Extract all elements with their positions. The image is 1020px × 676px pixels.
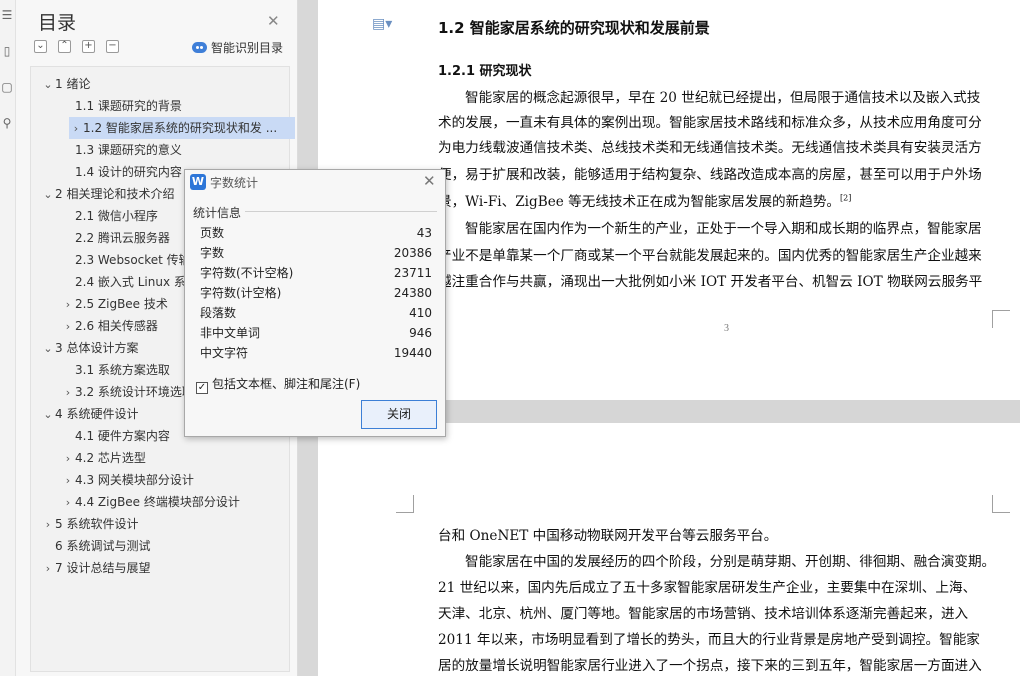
toc-item[interactable]: ⌄ 2 相关理论和技术介绍 [41, 183, 174, 205]
toc-item[interactable]: 1.4 设计的研究内容 [75, 161, 182, 183]
divider [245, 211, 437, 212]
page[interactable]: 台和 OneNET 中国移动物联网开发平台等云服务平台。 智能家居在中国的发展经… [318, 423, 1020, 676]
bookmark-icon[interactable]: ▯ [0, 42, 14, 60]
toc-item[interactable]: 4.1 硬件方案内容 [75, 425, 170, 447]
paragraph-line: 2011 年以来，市场明显看到了增长的势头，而且大的行业背景是房地产受到调控。智… [438, 632, 980, 648]
stat-row: 段落数 410 [200, 306, 432, 320]
left-icon-strip: ☰ ▯ ▢ ⚲ [0, 0, 16, 676]
toc-item[interactable]: 1.3 课题研究的意义 [75, 139, 182, 161]
paragraph-line: 智能家居在中国的发展经历的四个阶段，分别是萌芽期、开创期、徘徊期、融合演变期。 [465, 554, 996, 570]
paragraph-line: 术的发展，一直未有具体的案例出现。智能家居技术路线和标准众多，从技术应用角度可分 [438, 115, 982, 131]
subsection-heading: 1.2.1 研究现状 [438, 64, 532, 79]
paragraph-line: 台和 OneNET 中国移动物联网开发平台等云服务平台。 [438, 528, 778, 544]
citation: [2] [840, 193, 852, 203]
paragraph-line: 智能家居的概念起源很早，早在 20 世纪就已经提出，但局限于通信技术以及嵌入式技 [465, 90, 981, 106]
toc-item[interactable]: 6 系统调试与测试 [55, 535, 150, 557]
close-icon[interactable]: ✕ [267, 12, 280, 30]
document-icon[interactable]: ▤▾ [372, 16, 392, 32]
crop-mark [992, 310, 1010, 328]
paragraph-line: 天津、北京、杭州、厦门等地。智能家居的市场营销、技术培训体系逐渐完善起来，进入 [438, 606, 969, 622]
toc-item-selected[interactable]: › 1.2 智能家居系统的研究现状和发 ... [69, 117, 295, 139]
toc-item[interactable]: 2.1 微信小程序 [75, 205, 158, 227]
toc-item[interactable]: 2.3 Websocket 传输 [75, 249, 191, 271]
remove-icon[interactable]: − [106, 40, 119, 53]
stat-row: 页数 43 [200, 226, 432, 240]
checkbox-label: 包括文本框、脚注和尾注(F) [212, 377, 361, 391]
add-icon[interactable]: + [82, 40, 95, 53]
section-heading: 1.2 智能家居系统的研究现状和发展前景 [438, 19, 710, 37]
wps-logo-icon: W [190, 174, 206, 190]
dialog-title: 字数统计 [210, 176, 259, 190]
toc-item[interactable]: › 3.2 系统设计环境选取 [61, 381, 194, 403]
close-button[interactable]: 关闭 [361, 400, 437, 429]
smart-recognize-button[interactable]: 智能识别目录 [192, 39, 283, 56]
stat-row: 中文字符 19440 [200, 346, 432, 360]
toc-item[interactable]: ⌄ 1 绪论 [41, 73, 90, 95]
stats-section-label: 统计信息 [193, 206, 242, 220]
toc-item[interactable]: 2.4 嵌入式 Linux 系统 [75, 271, 198, 293]
smart-recognize-label: 智能识别目录 [211, 41, 284, 55]
toc-item[interactable]: › 7 设计总结与展望 [41, 557, 151, 579]
toc-item[interactable]: › 4.3 网关模块部分设计 [61, 469, 194, 491]
toc-item[interactable]: 1.1 课题研究的背景 [75, 95, 182, 117]
toc-item[interactable]: 2.2 腾讯云服务器 [75, 227, 170, 249]
search-icon[interactable]: ⚲ [0, 114, 14, 132]
stat-row: 字符数(计空格) 24380 [200, 286, 432, 300]
word-count-dialog: W 字数统计 ✕ 统计信息 页数 43 字数 20386 字符数(不计空格) 2371… [184, 169, 446, 437]
checkbox-checked-icon[interactable]: ✓ [196, 382, 208, 394]
paragraph-line: 越注重合作与共赢，涌现出一大批例如小米 IOT 开发者平台、机智云 IOT 物联… [438, 274, 983, 290]
toc-item[interactable]: › 2.6 相关传感器 [61, 315, 158, 337]
collapse-all-icon[interactable]: ⌃ [58, 40, 71, 53]
include-textbox-checkbox[interactable]: ✓ 包括文本框、脚注和尾注(F) [196, 375, 360, 394]
stat-row: 字符数(不计空格) 23711 [200, 266, 432, 280]
paragraph-line: 居的放量增长说明智能家居行业进入了一个拐点，接下来的三到五年，智能家居一方面进入 [438, 658, 982, 674]
paragraph-line: 21 世纪以来，国内先后成立了五十多家智能家居研发生产企业，主要集中在深圳、上海… [438, 580, 977, 596]
page-number: 3 [724, 323, 729, 334]
expand-all-icon[interactable]: ⌄ [34, 40, 47, 53]
paragraph-line: 便，易于扩展和改装，能够适用于结构复杂、线路改造成本高的房屋，甚至可以用于户外场 [438, 167, 982, 183]
toc-item[interactable]: 3.1 系统方案选取 [75, 359, 170, 381]
paragraph-line: 景，Wi-Fi、ZigBee 等无线技术正在成为智能家居发展的新趋势。[2] [438, 193, 852, 210]
toc-item[interactable]: ⌄ 4 系统硬件设计 [41, 403, 138, 425]
page-icon[interactable]: ▢ [0, 78, 14, 96]
robot-icon [192, 42, 207, 53]
paragraph-line: 智能家居在国内作为一个新生的产业，正处于一个导入期和成长期的临界点，智能家居 [465, 221, 982, 237]
toc-item[interactable]: › 5 系统软件设计 [41, 513, 139, 535]
toc-item[interactable]: › 4.4 ZigBee 终端模块部分设计 [61, 491, 240, 513]
toc-icon[interactable]: ☰ [0, 6, 14, 24]
toc-title: 目录 [38, 12, 77, 34]
crop-mark [396, 495, 414, 513]
toc-item[interactable]: › 4.2 芯片选型 [61, 447, 146, 469]
close-icon[interactable]: ✕ [423, 172, 436, 190]
toc-item[interactable]: › 2.5 ZigBee 技术 [61, 293, 168, 315]
paragraph-line: 产业不是单靠某一个厂商或某一个平台就能发展起来的。国内优秀的智能家居生产企业越来 [438, 248, 982, 264]
crop-mark [992, 495, 1010, 513]
toc-item[interactable]: ⌄ 3 总体设计方案 [41, 337, 138, 359]
dialog-titlebar[interactable]: W 字数统计 ✕ [185, 170, 445, 196]
stat-row: 字数 20386 [200, 246, 432, 260]
paragraph-line: 为电力线载波通信技术类、总线技术类和无线通信技术类。无线通信技术类具有安装灵活方 [438, 140, 982, 156]
stat-row: 非中文单词 946 [200, 326, 432, 340]
